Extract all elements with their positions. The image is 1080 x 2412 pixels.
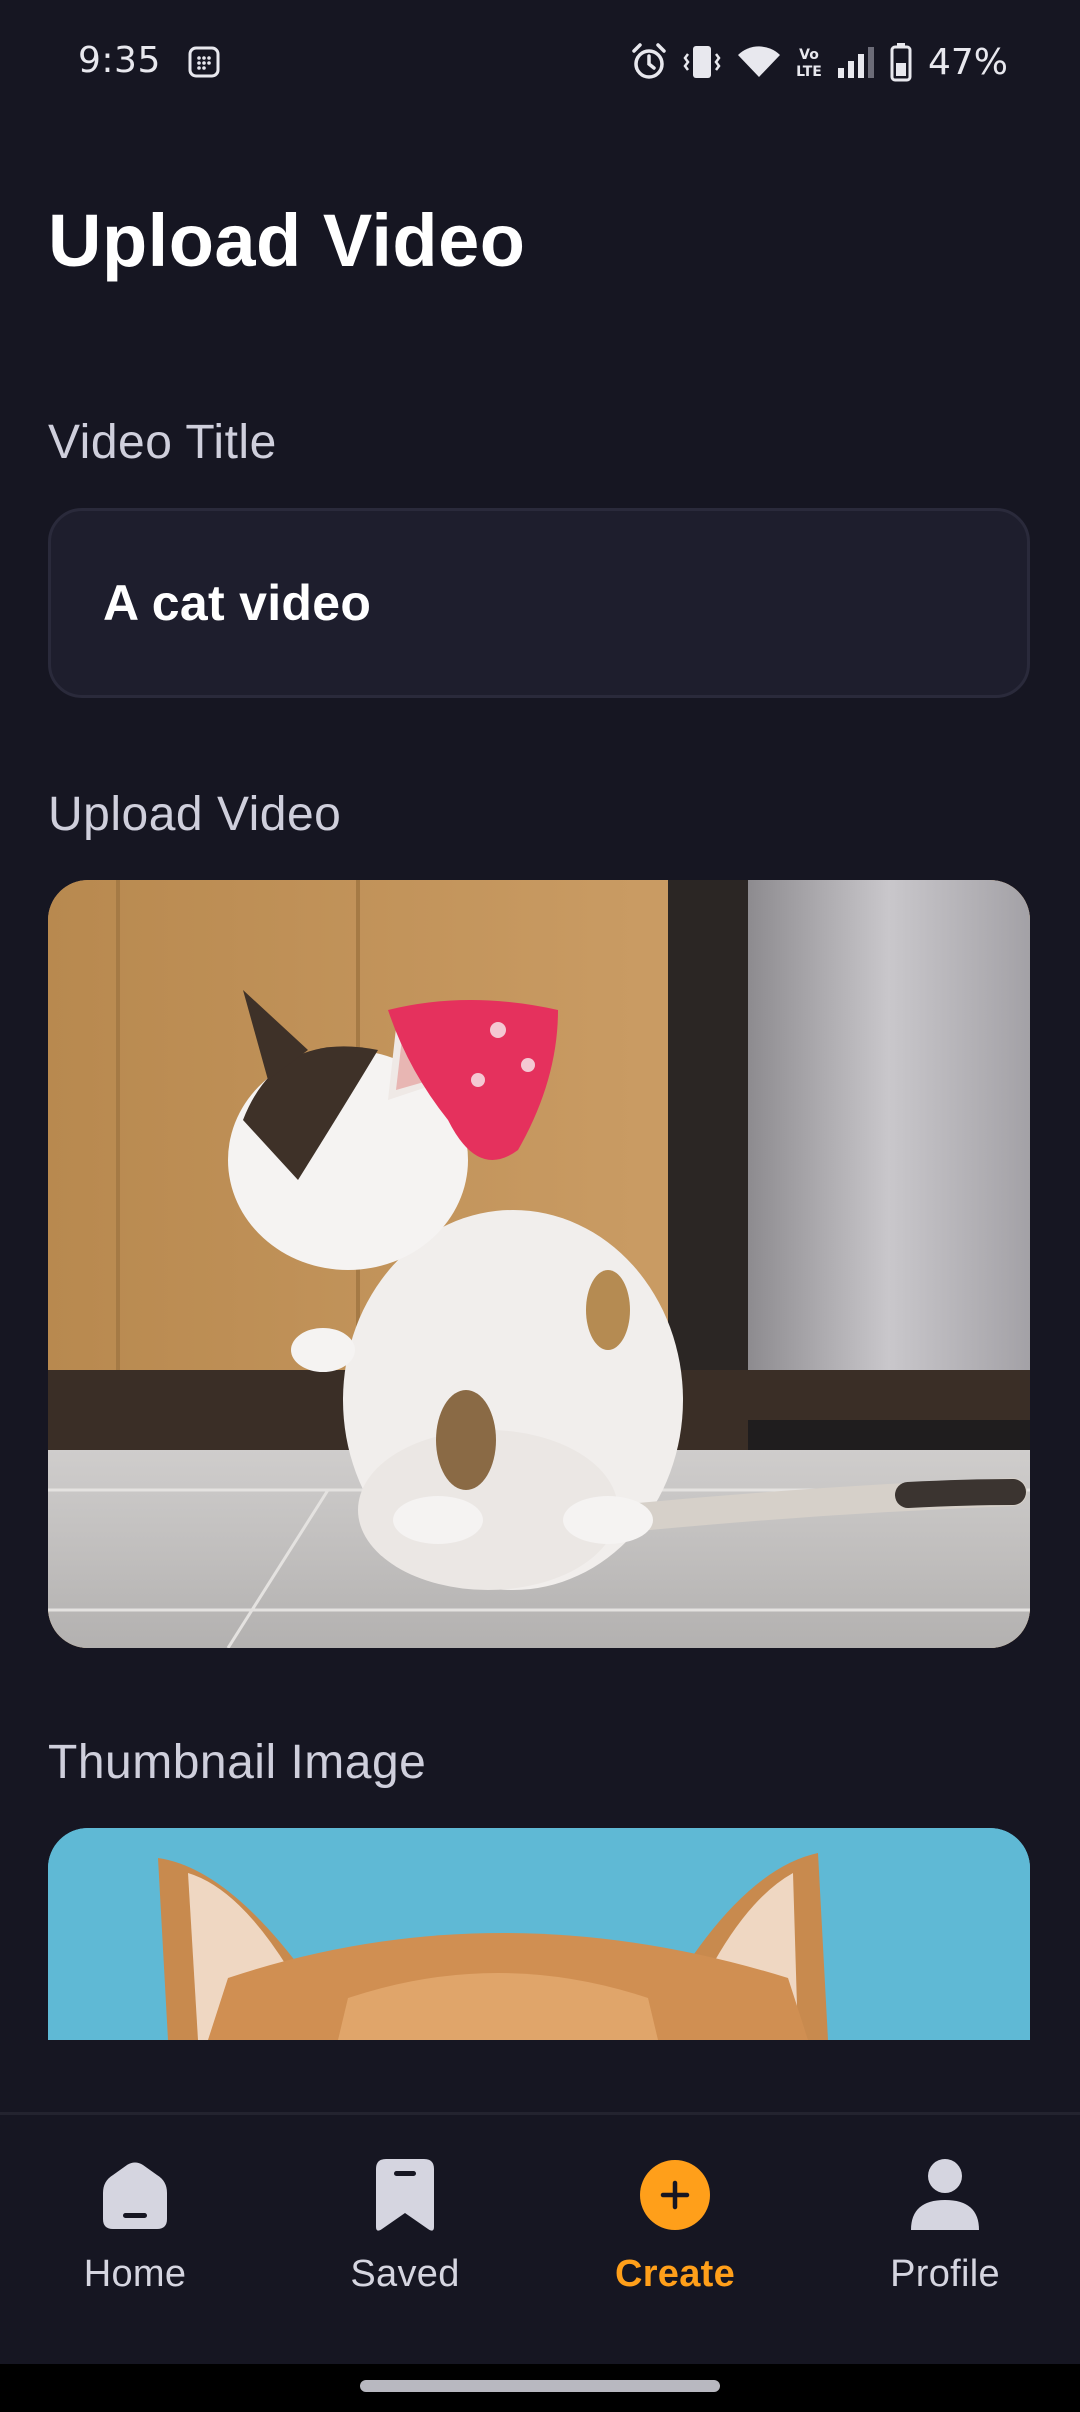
gesture-area [0, 2364, 1080, 2412]
nav-label-saved: Saved [350, 2253, 460, 2295]
upload-video-label: Upload Video [48, 788, 342, 841]
signal-icon [836, 44, 876, 80]
nav-item-saved[interactable]: Saved [270, 2155, 540, 2345]
nav-label-create: Create [614, 2253, 736, 2295]
status-bar: 9:35 Vo LTE 47% [0, 0, 1080, 125]
home-icon [95, 2155, 175, 2235]
plus-circle-icon [635, 2155, 715, 2235]
video-title-value: A cat video [103, 575, 372, 631]
video-title-input[interactable]: A cat video [48, 508, 1030, 698]
wifi-icon [736, 43, 782, 81]
nav-label-profile: Profile [890, 2253, 1000, 2295]
nav-item-home[interactable]: Home [0, 2155, 270, 2345]
status-icons: Vo LTE 47% [630, 38, 1008, 86]
calendar-icon [188, 46, 220, 78]
cat-thumbnail-image [48, 1828, 1030, 2040]
profile-icon [905, 2155, 985, 2235]
page-title: Upload Video [48, 199, 526, 282]
nav-item-create[interactable]: Create [540, 2155, 810, 2345]
bottom-navigation: Home Saved Create Profile [0, 2112, 1080, 2364]
gesture-handle[interactable] [360, 2380, 720, 2392]
battery-icon [890, 42, 912, 82]
cat-video-image [48, 880, 1030, 1648]
volte-icon: Vo LTE [796, 42, 822, 82]
vibrate-icon [682, 42, 722, 82]
svg-text:LTE: LTE [796, 64, 822, 80]
thumbnail-preview[interactable] [48, 1828, 1030, 2040]
status-time: 9:35 [78, 40, 161, 81]
video-title-label: Video Title [48, 416, 277, 469]
video-preview[interactable] [48, 880, 1030, 1648]
svg-text:Vo: Vo [799, 47, 819, 63]
nav-label-home: Home [83, 2253, 187, 2295]
battery-percentage: 47% [927, 41, 1008, 83]
alarm-icon [630, 42, 668, 82]
bookmark-icon [365, 2155, 445, 2235]
thumbnail-label: Thumbnail Image [48, 1736, 427, 1789]
nav-item-profile[interactable]: Profile [810, 2155, 1080, 2345]
